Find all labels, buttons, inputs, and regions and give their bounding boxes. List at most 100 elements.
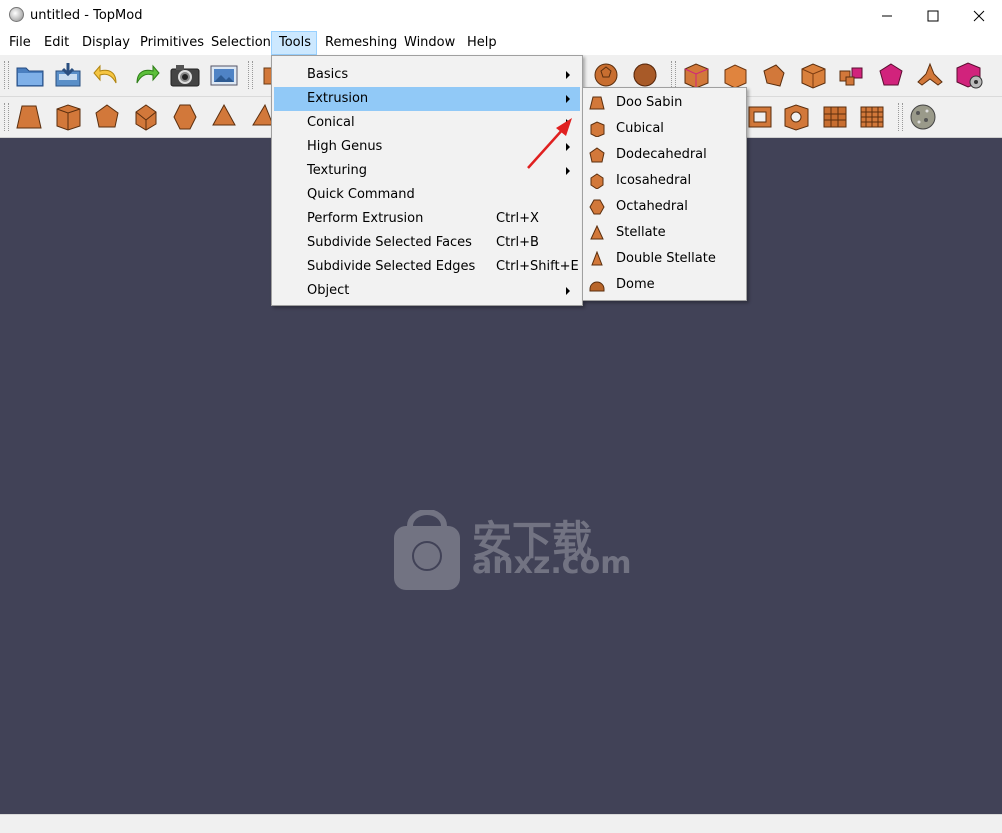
redo-button[interactable] bbox=[130, 59, 162, 91]
render-image-button[interactable] bbox=[208, 59, 240, 91]
menu-item-label: Conical bbox=[307, 115, 355, 130]
toolbar-grip[interactable] bbox=[671, 61, 676, 89]
genus-tool-button-4[interactable] bbox=[856, 101, 888, 133]
cube-icon bbox=[56, 104, 81, 131]
remesh-button-4[interactable] bbox=[797, 59, 829, 91]
menu-item-subdivide-faces[interactable]: Subdivide Selected Faces Ctrl+B bbox=[274, 231, 580, 255]
extrude-tool-button-2[interactable] bbox=[52, 101, 84, 133]
minimize-button[interactable] bbox=[864, 0, 910, 31]
menu-selection[interactable]: Selection bbox=[204, 31, 278, 55]
menu-item-quick-command[interactable]: Quick Command bbox=[274, 183, 580, 207]
hollow-cube-icon bbox=[784, 104, 809, 131]
remesh-button-6[interactable] bbox=[875, 59, 907, 91]
menu-primitives[interactable]: Primitives bbox=[133, 31, 211, 55]
tripod-icon bbox=[917, 62, 943, 86]
screenshot-button[interactable] bbox=[169, 59, 201, 91]
menu-file[interactable]: File bbox=[2, 31, 38, 55]
maximize-button[interactable] bbox=[910, 0, 956, 31]
menu-item-label: Subdivide Selected Edges bbox=[307, 259, 476, 274]
menu-item-label: Basics bbox=[307, 67, 349, 82]
double-stellate-icon bbox=[591, 251, 603, 266]
menu-item-basics[interactable]: Basics bbox=[274, 63, 580, 87]
extrusion-stellate[interactable]: Stellate bbox=[585, 220, 744, 246]
texture-sphere-button[interactable] bbox=[907, 101, 939, 133]
status-bar bbox=[0, 814, 1002, 833]
submenu-arrow-icon bbox=[566, 71, 570, 79]
dodecahedron-icon bbox=[95, 104, 119, 128]
watermark-bag-icon bbox=[394, 510, 460, 590]
extrusion-submenu: Doo Sabin Cubical Dodecahedral Icosahedr… bbox=[582, 87, 747, 301]
menu-edit[interactable]: Edit bbox=[37, 31, 76, 55]
submenu-arrow-icon bbox=[566, 95, 570, 103]
menu-item-shortcut: Ctrl+B bbox=[496, 235, 539, 250]
remesh-cube-icon bbox=[763, 64, 785, 87]
extrusion-doo-sabin[interactable]: Doo Sabin bbox=[585, 90, 744, 116]
menu-item-perform-extrusion[interactable]: Perform Extrusion Ctrl+X bbox=[274, 207, 580, 231]
extrude-tool-button-1[interactable] bbox=[13, 101, 45, 133]
soccer-ball-icon bbox=[594, 63, 618, 87]
undo-button[interactable] bbox=[91, 59, 123, 91]
menu-item-subdivide-edges[interactable]: Subdivide Selected Edges Ctrl+Shift+E bbox=[274, 255, 580, 279]
octahedron-icon bbox=[173, 104, 197, 130]
submenu-arrow-icon bbox=[566, 287, 570, 295]
genus-tool-button-1[interactable] bbox=[744, 101, 776, 133]
extrusion-dome[interactable]: Dome bbox=[585, 272, 744, 298]
pentagon-prism-icon bbox=[879, 63, 903, 86]
gear-cube-icon bbox=[956, 62, 983, 89]
extrude-tool-button-4[interactable] bbox=[130, 101, 162, 133]
submenu-item-label: Icosahedral bbox=[616, 173, 692, 188]
extrusion-icosahedral[interactable]: Icosahedral bbox=[585, 168, 744, 194]
menu-window[interactable]: Window bbox=[397, 31, 462, 55]
extrusion-cubical[interactable]: Cubical bbox=[585, 116, 744, 142]
toolbar-grip[interactable] bbox=[4, 103, 9, 131]
app-icon bbox=[9, 7, 24, 22]
remesh-button-3[interactable] bbox=[758, 59, 790, 91]
toolbar-grip[interactable] bbox=[4, 61, 9, 89]
menu-item-shortcut: Ctrl+Shift+E bbox=[496, 259, 579, 274]
stellate-icon bbox=[590, 225, 604, 240]
textured-sphere-icon bbox=[910, 104, 936, 130]
menu-item-label: Quick Command bbox=[307, 187, 415, 202]
close-button[interactable] bbox=[956, 0, 1002, 31]
octahedral-icon bbox=[589, 199, 605, 215]
menu-item-extrusion[interactable]: Extrusion bbox=[274, 87, 580, 111]
open-file-button[interactable] bbox=[14, 59, 46, 91]
menu-item-label: Object bbox=[307, 283, 350, 298]
undo-icon bbox=[93, 64, 117, 84]
grid-cube-icon bbox=[823, 106, 847, 128]
watermark: 安下载 anxz.com bbox=[392, 508, 631, 598]
annotation-arrow-icon bbox=[527, 118, 572, 169]
menu-tools[interactable]: Tools bbox=[271, 31, 317, 55]
minimize-icon bbox=[882, 15, 892, 16]
menu-item-object[interactable]: Object bbox=[274, 279, 580, 303]
extrude-tool-button-6[interactable] bbox=[208, 101, 240, 133]
extrude-tool-button-3[interactable] bbox=[91, 101, 123, 133]
extrude-tool-button-5[interactable] bbox=[169, 101, 201, 133]
genus-tool-button-2[interactable] bbox=[780, 101, 812, 133]
dodecahedral-icon bbox=[589, 147, 605, 163]
lattice-cube-icon bbox=[748, 106, 772, 128]
extrusion-dodecahedral[interactable]: Dodecahedral bbox=[585, 142, 744, 168]
save-file-button[interactable] bbox=[52, 59, 84, 91]
title-bar: untitled - TopMod bbox=[0, 0, 1002, 31]
toolbar-grip[interactable] bbox=[248, 61, 253, 89]
submenu-item-label: Octahedral bbox=[616, 199, 688, 214]
window-title: untitled - TopMod bbox=[30, 8, 143, 23]
extrusion-octahedral[interactable]: Octahedral bbox=[585, 194, 744, 220]
dome-icon bbox=[589, 281, 605, 292]
remesh-button-7[interactable] bbox=[914, 59, 946, 91]
extrusion-double-stellate[interactable]: Double Stellate bbox=[585, 246, 744, 272]
remesh-settings-button[interactable] bbox=[953, 59, 985, 91]
submenu-item-label: Stellate bbox=[616, 225, 666, 240]
toolbar-grip[interactable] bbox=[898, 103, 903, 131]
menu-display[interactable]: Display bbox=[75, 31, 137, 55]
menu-item-label: Texturing bbox=[307, 163, 367, 178]
menu-remeshing[interactable]: Remeshing bbox=[318, 31, 404, 55]
submenu-item-label: Cubical bbox=[616, 121, 664, 136]
genus-tool-button-3[interactable] bbox=[819, 101, 851, 133]
menu-item-label: Subdivide Selected Faces bbox=[307, 235, 472, 250]
menu-item-label: High Genus bbox=[307, 139, 383, 154]
maximize-icon bbox=[927, 10, 939, 21]
remesh-button-5[interactable] bbox=[836, 59, 868, 91]
menu-help[interactable]: Help bbox=[460, 31, 504, 55]
